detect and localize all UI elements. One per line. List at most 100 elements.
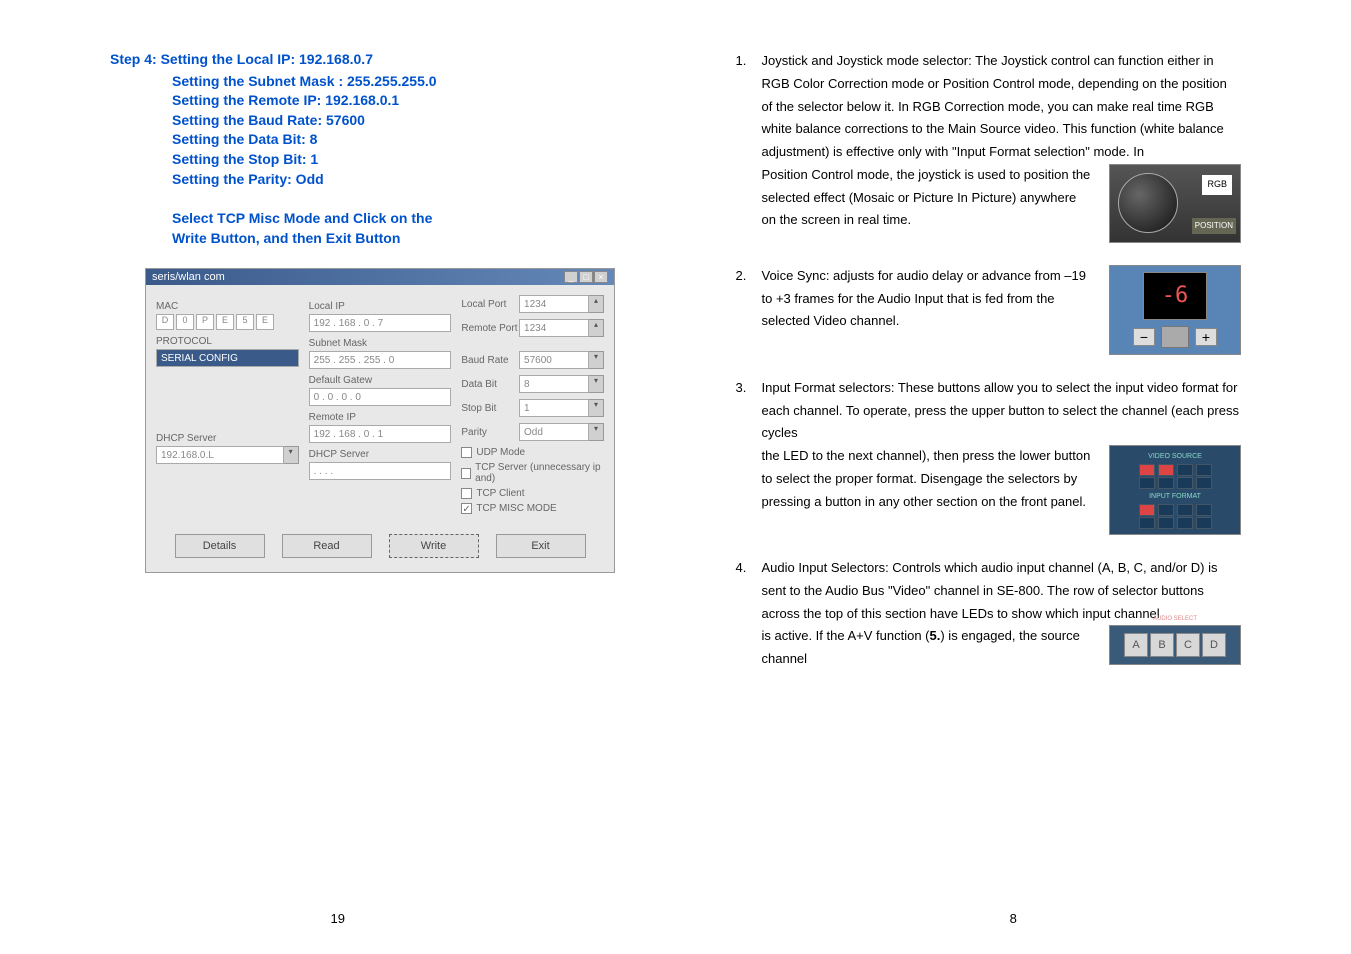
subnet-label: Subnet Mask — [309, 338, 452, 349]
voice-mid-button[interactable] — [1161, 326, 1189, 348]
parity-label: Parity — [461, 427, 519, 438]
page-number-left: 19 — [331, 911, 345, 926]
local-port-field[interactable]: 1234 — [519, 295, 589, 313]
item1-num: 1. — [736, 50, 762, 243]
remote-ip-label: Remote IP — [309, 412, 452, 423]
plus-button[interactable]: + — [1195, 328, 1217, 346]
dialog-col-right: Local Port 1234▴ Remote Port 1234▴ Baud … — [461, 295, 604, 514]
audio-select-header: AUDIO SELECT — [1153, 614, 1197, 625]
tcp-misc-label: TCP MISC MODE — [476, 503, 556, 514]
audio-btn-d[interactable]: D — [1202, 633, 1226, 657]
step4-sub1: Setting the Subnet Mask : 255.255.255.0 — [172, 72, 616, 92]
voice-sync-thumbnail: -6 − + — [1109, 265, 1241, 355]
dialog-title: seris/wlan com — [152, 271, 225, 283]
dhcp-server-field[interactable]: . . . . — [309, 462, 452, 480]
audio-btn-a[interactable]: A — [1124, 633, 1148, 657]
page-right: 1. Joystick and Joystick mode selector: … — [676, 0, 1351, 954]
parity-field[interactable]: Odd — [519, 423, 589, 441]
remote-ip-field[interactable]: 192 . 168 . 0 . 1 — [309, 425, 452, 443]
read-button[interactable]: Read — [282, 534, 372, 558]
item2-text: Voice Sync: adjusts for audio delay or a… — [762, 265, 1095, 355]
step4-sub4: Setting the Data Bit: 8 — [172, 130, 616, 150]
input-format-thumbnail: VIDEO SOURCE INPUT FORMAT — [1109, 445, 1241, 535]
dropdown-icon[interactable]: ▾ — [589, 423, 604, 441]
tcp-server-checkbox[interactable] — [461, 468, 471, 479]
remote-port-field[interactable]: 1234 — [519, 319, 589, 337]
local-ip-label: Local IP — [309, 301, 452, 312]
video-source-header: VIDEO SOURCE — [1114, 451, 1236, 463]
page-number-right: 8 — [1010, 911, 1017, 926]
input-format-header: INPUT FORMAT — [1114, 491, 1236, 503]
details-button[interactable]: Details — [175, 534, 265, 558]
exit-button[interactable]: Exit — [496, 534, 586, 558]
stopbit-field[interactable]: 1 — [519, 399, 589, 417]
joystick-thumbnail: RGB POSITION — [1109, 164, 1241, 243]
item3-text: Input Format selectors: These buttons al… — [762, 380, 1239, 441]
protocol-highlight[interactable]: SERIAL CONFIG — [156, 349, 299, 367]
joystick-icon — [1118, 173, 1178, 233]
item3-num: 3. — [736, 377, 762, 535]
tcp-client-label: TCP Client — [476, 488, 524, 499]
spinner-icon[interactable]: ▴ — [589, 295, 604, 313]
stopbit-label: Stop Bit — [461, 403, 519, 414]
item1-wrapped: Position Control mode, the joystick is u… — [762, 164, 1095, 243]
list-item-4: 4. Audio Input Selectors: Controls which… — [736, 557, 1242, 671]
list-item-3: 3. Input Format selectors: These buttons… — [736, 377, 1242, 535]
gateway-field[interactable]: 0 . 0 . 0 . 0 — [309, 388, 452, 406]
joystick-rgb-label: RGB — [1202, 175, 1232, 195]
baud-label: Baud Rate — [461, 355, 519, 366]
tcp-misc-checkbox[interactable]: ✓ — [461, 503, 472, 514]
step4-sub5: Setting the Stop Bit: 1 — [172, 150, 616, 170]
item2-num: 2. — [736, 265, 762, 355]
dropdown-icon[interactable]: ▾ — [589, 351, 604, 369]
databit-field[interactable]: 8 — [519, 375, 589, 393]
gateway-label: Default Gatew — [309, 375, 452, 386]
step4-sub2: Setting the Remote IP: 192.168.0.1 — [172, 91, 616, 111]
step4-sub6: Setting the Parity: Odd — [172, 170, 616, 190]
local-port-label: Local Port — [461, 299, 519, 310]
remote-port-label: Remote Port — [461, 323, 519, 334]
minimize-button[interactable]: _ — [564, 271, 578, 283]
dropdown-icon[interactable]: ▾ — [284, 446, 299, 464]
sel-led — [1139, 464, 1155, 476]
udp-label: UDP Mode — [476, 447, 525, 458]
write-button[interactable]: Write — [389, 534, 479, 558]
config-dialog: seris/wlan com _ □ × MAC D 0 P E 5 E PRO… — [145, 268, 615, 573]
mac-field[interactable]: D — [156, 314, 174, 330]
joystick-position-label: POSITION — [1192, 218, 1236, 234]
maximize-button[interactable]: □ — [579, 271, 593, 283]
protocol-label: PROTOCOL — [156, 336, 299, 347]
audio-btn-c[interactable]: C — [1176, 633, 1200, 657]
step4-title: Step 4: Setting the Local IP: 192.168.0.… — [110, 50, 616, 70]
minus-button[interactable]: − — [1133, 328, 1155, 346]
close-button[interactable]: × — [594, 271, 608, 283]
dhcp-value[interactable]: 192.168.0.L — [156, 446, 284, 464]
audio-select-thumbnail: AUDIO SELECT A B C D — [1109, 625, 1241, 665]
voice-sync-display: -6 — [1143, 272, 1208, 321]
dhcp-server-label: DHCP Server — [309, 449, 452, 460]
dhcp-label: DHCP Server — [156, 433, 299, 444]
audio-btn-b[interactable]: B — [1150, 633, 1174, 657]
local-ip-field[interactable]: 192 . 168 . 0 . 7 — [309, 314, 452, 332]
step4-sub3: Setting the Baud Rate: 57600 — [172, 111, 616, 131]
item4-text: Audio Input Selectors: Controls which au… — [762, 560, 1218, 621]
udp-checkbox[interactable] — [461, 447, 472, 458]
mac-label: MAC — [156, 301, 299, 312]
dialog-col-mid: Local IP 192 . 168 . 0 . 7 Subnet Mask 2… — [309, 295, 452, 514]
item3-wrapped: the LED to the next channel), then press… — [762, 445, 1095, 535]
tcp-server-label: TCP Server (unnecessary ip and) — [475, 462, 604, 484]
dialog-col-left: MAC D 0 P E 5 E PROTOCOL SERIAL CONFIG D… — [156, 295, 299, 514]
list-item-2: 2. Voice Sync: adjusts for audio delay o… — [736, 265, 1242, 355]
action-line1: Select TCP Misc Mode and Click on the — [172, 209, 616, 229]
baud-field[interactable]: 57600 — [519, 351, 589, 369]
databit-label: Data Bit — [461, 379, 519, 390]
dialog-title-bar: seris/wlan com _ □ × — [146, 269, 614, 285]
dropdown-icon[interactable]: ▾ — [589, 375, 604, 393]
item4-num: 4. — [736, 557, 762, 671]
list-item-1: 1. Joystick and Joystick mode selector: … — [736, 50, 1242, 243]
spinner-icon[interactable]: ▴ — [589, 319, 604, 337]
page-left: Step 4: Setting the Local IP: 192.168.0.… — [0, 0, 676, 954]
subnet-field[interactable]: 255 . 255 . 255 . 0 — [309, 351, 452, 369]
tcp-client-checkbox[interactable] — [461, 488, 472, 499]
dropdown-icon[interactable]: ▾ — [589, 399, 604, 417]
